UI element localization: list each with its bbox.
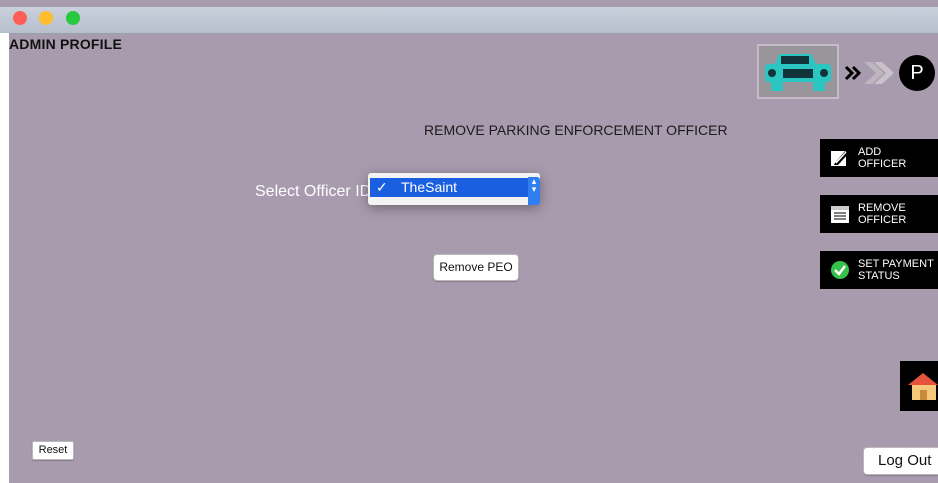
set-payment-status-label: SET PAYMENT STATUS xyxy=(858,258,934,282)
page-heading: REMOVE PARKING ENFORCEMENT OFFICER xyxy=(424,122,728,138)
remove-peo-button[interactable]: Remove PEO xyxy=(433,254,519,281)
reset-button[interactable]: Reset xyxy=(32,441,74,460)
parking-letter: P xyxy=(910,62,924,84)
home-icon xyxy=(908,373,938,400)
title-bar xyxy=(0,0,938,34)
home-button[interactable] xyxy=(900,361,938,411)
add-officer-label: ADD OFFICER xyxy=(858,146,907,170)
page-title: ADMIN PROFILE xyxy=(9,36,123,52)
remove-officer-button[interactable]: REMOVE OFFICER xyxy=(820,195,938,233)
checkmark-icon: ✓ xyxy=(376,179,388,195)
left-border xyxy=(0,33,9,483)
app-window: ADMIN PROFILE P REMOVE PARKING ENFORCEME… xyxy=(0,0,938,483)
officer-id-dropdown[interactable]: ✓ TheSaint ▴ ▾ xyxy=(368,173,540,205)
set-payment-status-button[interactable]: SET PAYMENT STATUS xyxy=(820,251,938,289)
dropdown-option-label: TheSaint xyxy=(401,179,458,195)
select-officer-label: Select Officer ID xyxy=(255,183,372,200)
zoom-window-button[interactable] xyxy=(66,11,80,25)
add-officer-button[interactable]: ADD OFFICER xyxy=(820,139,938,177)
edit-icon xyxy=(831,151,848,166)
logout-button[interactable]: Log Out xyxy=(863,447,938,475)
check-circle-icon xyxy=(831,261,849,279)
dropdown-arrows-icon[interactable]: ▴ ▾ xyxy=(528,177,540,205)
app-logo xyxy=(757,44,839,99)
parking-icon: P xyxy=(899,55,935,91)
list-icon xyxy=(831,206,849,223)
close-window-button[interactable] xyxy=(13,11,27,25)
arrows-icon xyxy=(844,62,894,84)
dropdown-option-selected[interactable]: ✓ TheSaint xyxy=(370,178,528,197)
remove-officer-label: REMOVE OFFICER xyxy=(858,202,907,226)
minimize-window-button[interactable] xyxy=(39,11,53,25)
car-icon xyxy=(765,54,831,92)
